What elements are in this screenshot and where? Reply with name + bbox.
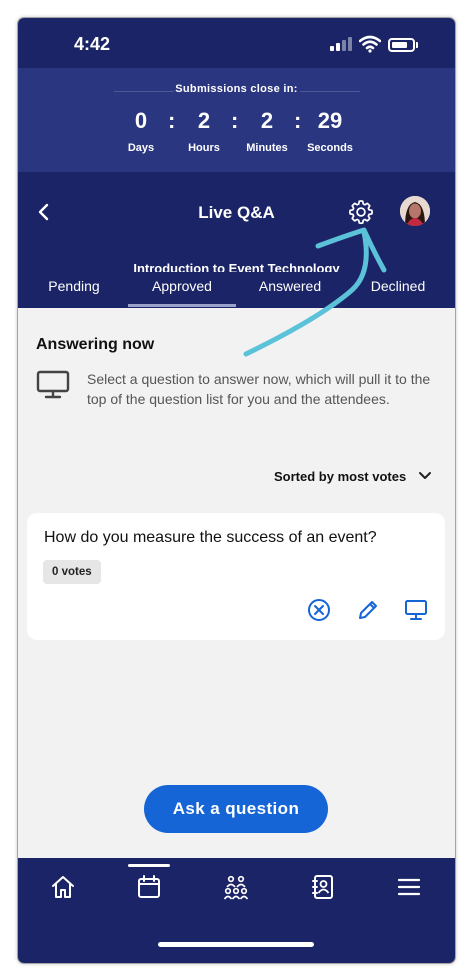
sort-dropdown[interactable]: Sorted by most votes — [274, 469, 406, 484]
tab-approved[interactable]: Approved — [142, 278, 222, 294]
decline-icon[interactable] — [307, 598, 331, 622]
tab-answered[interactable]: Answered — [248, 278, 332, 294]
votes-badge: 0 votes — [43, 560, 101, 584]
countdown-title: Submissions close in: — [175, 83, 298, 95]
gear-icon[interactable] — [348, 199, 374, 225]
countdown-separator: : — [231, 108, 239, 133]
home-indicator — [158, 942, 314, 947]
menu-icon[interactable] — [396, 874, 422, 900]
active-nav-indicator — [128, 864, 170, 867]
wifi-icon — [359, 35, 381, 53]
page-title: Live Q&A — [198, 203, 275, 222]
bottom-navigation — [18, 858, 455, 963]
countdown-minutes-value: 2 — [260, 108, 274, 133]
countdown-seconds-value: 29 — [317, 108, 343, 133]
question-text: How do you measure the success of an eve… — [44, 529, 377, 546]
countdown-minutes-label: Minutes — [246, 142, 288, 154]
home-icon[interactable] — [50, 874, 76, 900]
answering-now-title: Answering now — [36, 336, 155, 353]
people-icon[interactable] — [223, 874, 249, 900]
calendar-icon[interactable] — [136, 874, 162, 900]
contacts-icon[interactable] — [310, 874, 336, 900]
active-tab-indicator — [128, 304, 236, 307]
status-bar: 4:42 — [18, 18, 455, 68]
countdown-days-label: Days — [127, 142, 155, 154]
countdown-separator: : — [294, 108, 302, 133]
countdown-hours-label: Hours — [188, 142, 220, 154]
battery-icon — [388, 38, 415, 52]
avatar[interactable] — [400, 196, 430, 226]
question-card[interactable]: How do you measure the success of an eve… — [27, 513, 445, 640]
countdown-seconds-label: Seconds — [307, 142, 353, 154]
countdown-hours-value: 2 — [197, 108, 211, 133]
answering-now-description: Select a question to answer now, which w… — [87, 371, 431, 407]
tab-bar: Pending Approved Answered Declined — [18, 272, 455, 308]
chevron-down-icon[interactable] — [418, 470, 432, 482]
avatar-photo — [400, 196, 430, 226]
tab-pending[interactable]: Pending — [34, 278, 114, 294]
status-time: 4:42 — [74, 34, 111, 54]
battery-tip — [416, 42, 418, 48]
phone-screen: 4:42 Submissions close in: 0 : 2 : 2 : 2… — [18, 18, 455, 963]
monitor-icon — [36, 370, 70, 399]
answer-now-monitor-icon[interactable] — [404, 598, 428, 622]
ask-question-button[interactable]: Ask a question — [144, 785, 328, 833]
cellular-signal-icon — [330, 37, 354, 51]
countdown-separator: : — [168, 108, 176, 133]
countdown-days-value: 0 — [134, 108, 148, 133]
tab-declined[interactable]: Declined — [358, 278, 438, 294]
submission-countdown: Submissions close in: 0 : 2 : 2 : 29 Day… — [18, 68, 455, 172]
edit-pencil-icon[interactable] — [356, 598, 380, 622]
